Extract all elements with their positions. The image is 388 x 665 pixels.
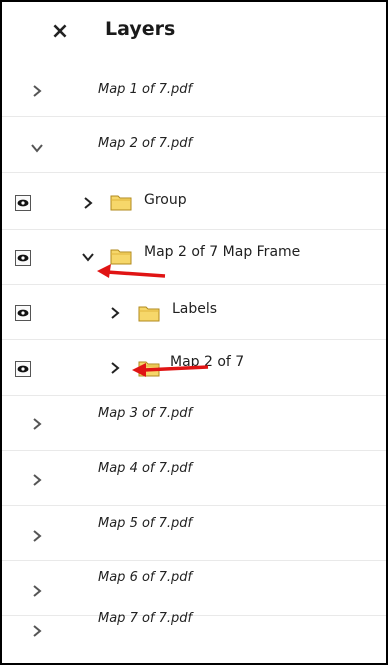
panel-header: × Layers bbox=[2, 2, 386, 60]
chevron-right-icon[interactable] bbox=[81, 196, 95, 210]
chevron-right-icon[interactable] bbox=[30, 473, 44, 487]
chevron-right-icon[interactable] bbox=[30, 624, 44, 638]
eye-icon[interactable] bbox=[15, 195, 31, 211]
document-label: Map 2 of 7.pdf bbox=[98, 136, 193, 151]
document-row-map-6[interactable]: Map 6 of 7.pdf bbox=[2, 561, 386, 616]
layer-label: Labels bbox=[172, 301, 218, 317]
chevron-right-icon[interactable] bbox=[30, 417, 44, 431]
document-row-map-2[interactable]: Map 2 of 7.pdf bbox=[2, 117, 386, 173]
document-label: Map 6 of 7.pdf bbox=[98, 570, 193, 585]
chevron-right-icon[interactable] bbox=[30, 84, 44, 98]
layer-row-labels[interactable]: Labels bbox=[2, 285, 386, 340]
chevron-right-icon[interactable] bbox=[108, 306, 122, 320]
eye-icon[interactable] bbox=[15, 305, 31, 321]
document-label: Map 4 of 7.pdf bbox=[98, 461, 193, 476]
red-arrow-icon bbox=[130, 357, 210, 383]
layer-label: Map 2 of 7 Map Frame bbox=[144, 244, 301, 260]
layer-row-map-frame[interactable]: Map 2 of 7 Map Frame bbox=[2, 230, 386, 285]
layer-label: Group bbox=[144, 192, 187, 208]
document-row-map-5[interactable]: Map 5 of 7.pdf bbox=[2, 506, 386, 561]
chevron-down-icon[interactable] bbox=[81, 250, 95, 264]
eye-icon[interactable] bbox=[15, 250, 31, 266]
document-row-map-3[interactable]: Map 3 of 7.pdf bbox=[2, 396, 386, 451]
document-row-map-1[interactable]: Map 1 of 7.pdf bbox=[2, 62, 386, 117]
chevron-down-icon[interactable] bbox=[30, 141, 44, 155]
layer-row-group[interactable]: Group bbox=[2, 173, 386, 230]
folder-icon bbox=[110, 193, 132, 211]
document-row-map-7[interactable]: Map 7 of 7.pdf bbox=[2, 611, 386, 656]
close-icon[interactable]: × bbox=[50, 21, 70, 43]
layer-row-map-2[interactable]: Map 2 of 7 bbox=[2, 340, 386, 396]
chevron-right-icon[interactable] bbox=[108, 361, 122, 375]
layers-panel: × Layers Map 1 of 7.pdf Map 2 of 7.pdf G… bbox=[0, 0, 388, 665]
document-label: Map 3 of 7.pdf bbox=[98, 406, 193, 421]
panel-title: Layers bbox=[105, 18, 176, 40]
document-label: Map 7 of 7.pdf bbox=[98, 611, 193, 626]
eye-icon[interactable] bbox=[15, 361, 31, 377]
document-row-map-4[interactable]: Map 4 of 7.pdf bbox=[2, 451, 386, 506]
folder-icon bbox=[138, 304, 160, 322]
chevron-right-icon[interactable] bbox=[30, 529, 44, 543]
document-label: Map 5 of 7.pdf bbox=[98, 516, 193, 531]
red-arrow-icon bbox=[95, 260, 167, 286]
chevron-right-icon[interactable] bbox=[30, 584, 44, 598]
document-label: Map 1 of 7.pdf bbox=[98, 82, 193, 97]
